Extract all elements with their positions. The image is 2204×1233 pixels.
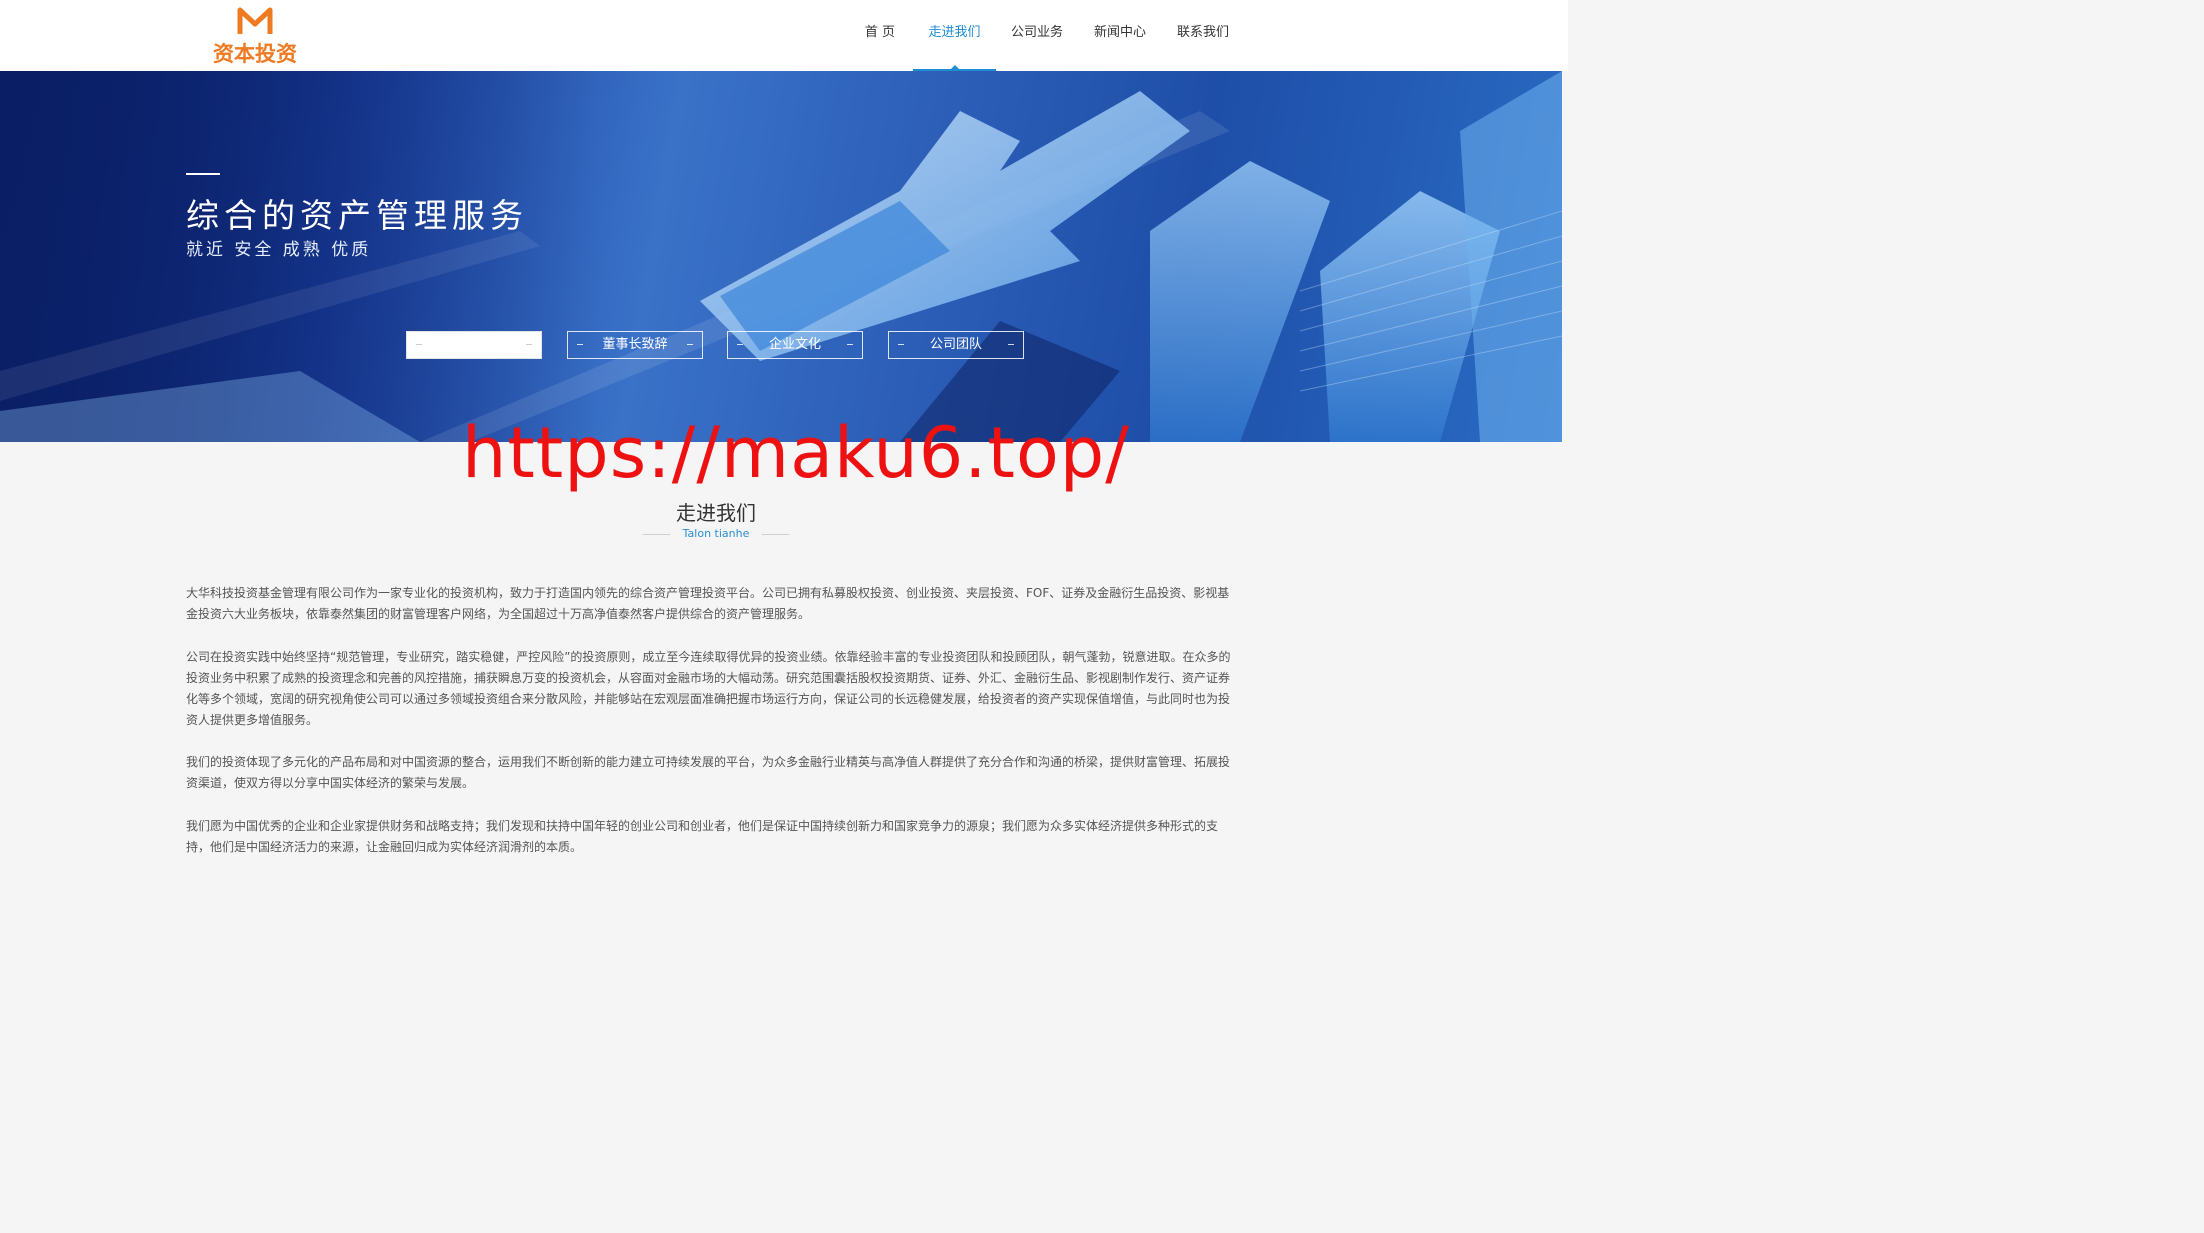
about-paragraph: 我们的投资体现了多元化的产品布局和对中国资源的整合，运用我们不断创新的能力建立可… xyxy=(186,755,1231,790)
subnav-tab-label: 董事长致辞 xyxy=(602,337,668,352)
subtitle-line-right xyxy=(762,534,789,535)
nav-active-caret-icon xyxy=(950,65,960,70)
dash-right-icon xyxy=(847,344,853,345)
section-title: 走进我们 xyxy=(676,501,756,525)
nav-home[interactable]: 首 页 xyxy=(855,0,905,71)
site-header: 资本投资 首 页 走进我们 公司业务 新闻中心 联系我们 xyxy=(0,0,1568,71)
banner-title: 综合的资产管理服务 xyxy=(186,196,528,235)
dash-left-icon xyxy=(416,344,422,345)
dash-left-icon xyxy=(898,344,904,345)
about-paragraph: 公司在投资实践中始终坚持“规范管理，专业研究，踏实稳健，严控风险”的投资原则，成… xyxy=(186,650,1231,727)
dash-right-icon xyxy=(526,344,532,345)
nav-business[interactable]: 公司业务 xyxy=(1000,0,1074,71)
nav-contact[interactable]: 联系我们 xyxy=(1166,0,1240,71)
dash-left-icon xyxy=(737,344,743,345)
watermark-url: https://maku6.top/ xyxy=(462,412,1130,494)
subnav-tab-team[interactable]: 公司团队 xyxy=(888,331,1024,359)
hero-banner: 综合的资产管理服务 就近 安全 成熟 优质 董事长致辞 企业文化 公司团队 xyxy=(0,71,1562,442)
banner-title-dash xyxy=(186,173,220,175)
subnav-tab-blank[interactable] xyxy=(406,331,542,359)
dash-right-icon xyxy=(687,344,693,345)
subnav-tab-label: 公司团队 xyxy=(929,337,982,352)
section-subtitle: Talon tianhe xyxy=(682,527,750,540)
banner-subtitle: 就近 安全 成熟 优质 xyxy=(186,240,372,260)
subnav-tab-label: 企业文化 xyxy=(768,337,821,352)
subnav-tab-chairman[interactable]: 董事长致辞 xyxy=(567,331,703,359)
nav-about[interactable]: 走进我们 xyxy=(913,0,996,71)
dash-right-icon xyxy=(1008,344,1014,345)
about-paragraph: 我们愿为中国优秀的企业和企业家提供财务和战略支持；我们发现和扶持中国年轻的创业公… xyxy=(186,819,1219,854)
nav-news[interactable]: 新闻中心 xyxy=(1083,0,1157,71)
dash-left-icon xyxy=(577,344,583,345)
about-paragraph: 大华科技投资基金管理有限公司作为一家专业化的投资机构，致力于打造国内领先的综合资… xyxy=(186,586,1230,621)
main-nav: 首 页 走进我们 公司业务 新闻中心 联系我们 xyxy=(0,0,1568,71)
subnav-tab-culture[interactable]: 企业文化 xyxy=(727,331,863,359)
